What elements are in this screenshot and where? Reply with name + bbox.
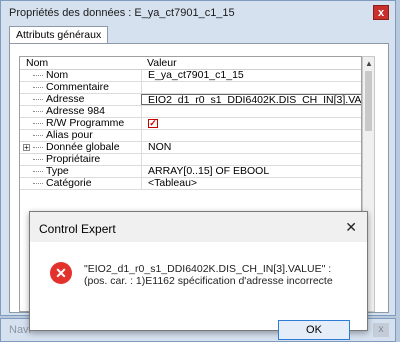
property-name: Propriétaire [46, 153, 101, 165]
tree-line [28, 154, 43, 165]
property-value[interactable]: NON [141, 142, 361, 153]
tree-line [28, 130, 43, 141]
property-value[interactable] [141, 130, 361, 141]
scrollbar-thumb[interactable] [365, 71, 372, 131]
background-window-title: Navi [9, 324, 32, 336]
property-name: Nom [46, 69, 69, 81]
error-message: "EIO2_d1_r0_s1_DDI6402K.DIS_CH_IN[3].VAL… [84, 263, 333, 287]
property-value[interactable] [141, 106, 361, 117]
tree-line [28, 94, 43, 105]
tree-line [28, 70, 43, 81]
tab-general-attributes[interactable]: Attributs généraux [9, 26, 109, 44]
property-name: Commentaire [46, 81, 110, 93]
window-close-button[interactable]: x [373, 5, 389, 20]
property-value[interactable]: ARRAY[0..15] OF EBOOL [141, 166, 361, 177]
tree-line [28, 142, 43, 153]
address-input[interactable]: EIO2_d1_r0_s1_DDI6402K.DIS_CH_IN[3].VALU… [141, 94, 361, 105]
property-name: Adresse 984 [46, 105, 105, 117]
error-icon: ✕ [50, 262, 72, 284]
property-name: Adresse [46, 93, 85, 105]
tree-line [28, 82, 43, 93]
ok-button[interactable]: OK [278, 320, 350, 340]
property-name: Alias pour [46, 129, 93, 141]
property-name: Donnée globale [46, 141, 120, 153]
property-name: Type [46, 165, 69, 177]
property-value[interactable] [141, 154, 361, 165]
tree-line [28, 178, 43, 189]
property-value[interactable]: <Tableau> [141, 178, 361, 189]
column-header-name[interactable]: Nom [26, 57, 48, 69]
background-close-icon[interactable]: x [373, 323, 389, 337]
property-value[interactable] [141, 82, 361, 93]
grid-header: Nom Valeur [20, 57, 361, 70]
property-name: Catégorie [46, 177, 92, 189]
dialog-close-icon[interactable]: ✕ [345, 219, 357, 236]
property-name: R/W Programme [46, 117, 125, 129]
checkbox-checked-icon[interactable]: ✓ [148, 119, 158, 128]
tree-line [28, 118, 43, 129]
grid-row-categorie[interactable]: Catégorie <Tableau> [20, 178, 361, 190]
error-dialog: Control Expert ✕ ✕ "EIO2_d1_r0_s1_DDI640… [29, 211, 368, 340]
scroll-up-icon[interactable]: ▲ [365, 59, 373, 68]
tree-line [28, 166, 43, 177]
dialog-body: ✕ "EIO2_d1_r0_s1_DDI6402K.DIS_CH_IN[3].V… [30, 242, 367, 340]
property-value-cell[interactable]: ✓ [141, 118, 361, 129]
column-header-value[interactable]: Valeur [147, 57, 177, 69]
grid-row-proprietaire[interactable]: Propriétaire [20, 154, 361, 166]
tree-line [28, 106, 43, 117]
window-title: Propriétés des données : E_ya_ct7901_c1_… [9, 7, 235, 19]
dialog-title: Control Expert [39, 222, 116, 236]
property-value[interactable]: E_ya_ct7901_c1_15 [141, 70, 361, 81]
